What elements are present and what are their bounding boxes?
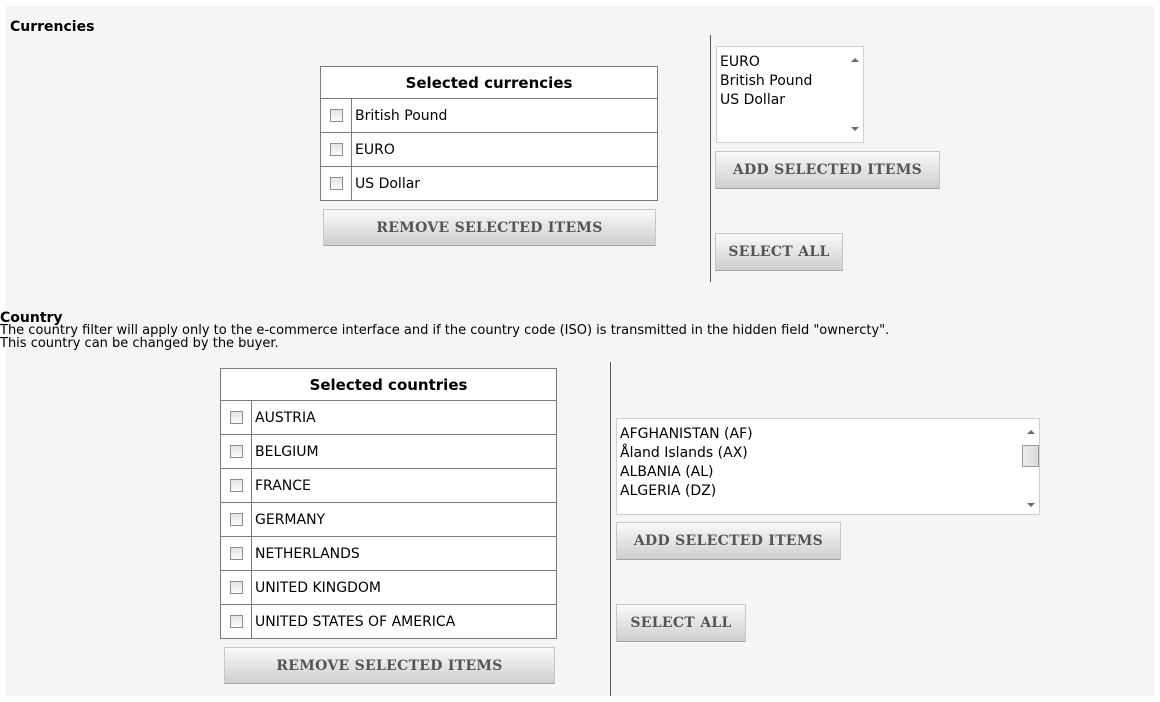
list-item[interactable]: ALGERIA (DZ)	[617, 482, 1039, 501]
table-row: British Pound	[320, 98, 658, 133]
table-row: AUSTRIA	[220, 400, 557, 435]
list-item[interactable]: AFGHANISTAN (AF)	[617, 425, 1039, 444]
table-row: US Dollar	[320, 166, 658, 201]
country-checkbox[interactable]	[229, 547, 243, 560]
country-checkbox[interactable]	[229, 479, 243, 492]
select-all-countries-button[interactable]: SELECT ALL	[616, 604, 746, 642]
country-label: GERMANY	[251, 502, 557, 537]
country-label: UNITED KINGDOM	[251, 570, 557, 605]
scroll-down-arrow-icon[interactable]	[1027, 503, 1035, 507]
add-selected-countries-button[interactable]: ADD SELECTED ITEMS	[616, 522, 841, 560]
currency-label: US Dollar	[351, 166, 658, 201]
country-label: NETHERLANDS	[251, 536, 557, 571]
country-checkbox[interactable]	[229, 445, 243, 458]
select-all-currencies-button[interactable]: SELECT ALL	[715, 233, 843, 271]
remove-selected-countries-button[interactable]: REMOVE SELECTED ITEMS	[224, 647, 555, 684]
table-row: UNITED STATES OF AMERICA	[220, 604, 557, 639]
selected-currencies-table: Selected currencies British Pound EURO U…	[320, 66, 658, 201]
list-item[interactable]: British Pound	[717, 72, 863, 91]
selected-currencies-header: Selected currencies	[320, 66, 658, 99]
table-row: EURO	[320, 132, 658, 167]
currency-checkbox[interactable]	[329, 143, 343, 156]
table-row: FRANCE	[220, 468, 557, 503]
countries-divider	[610, 362, 611, 696]
country-checkbox[interactable]	[229, 513, 243, 526]
country-label: AUSTRIA	[251, 400, 557, 435]
scroll-down-arrow-icon[interactable]	[851, 127, 859, 131]
country-checkbox[interactable]	[229, 581, 243, 594]
list-item[interactable]: ALBANIA (AL)	[617, 463, 1039, 482]
selected-countries-header: Selected countries	[220, 368, 557, 401]
selected-countries-table: Selected countries AUSTRIA BELGIUM FRANC…	[220, 368, 557, 639]
country-label: BELGIUM	[251, 434, 557, 469]
table-row: GERMANY	[220, 502, 557, 537]
country-checkbox[interactable]	[229, 411, 243, 424]
currencies-divider	[710, 35, 711, 282]
country-description-note: This country can be changed by the buyer…	[0, 336, 279, 351]
scroll-up-arrow-icon[interactable]	[851, 58, 859, 62]
currency-checkbox[interactable]	[329, 109, 343, 122]
country-label: FRANCE	[251, 468, 557, 503]
scrollbar[interactable]	[1022, 419, 1039, 514]
remove-selected-currencies-button[interactable]: REMOVE SELECTED ITEMS	[323, 209, 656, 246]
table-row: NETHERLANDS	[220, 536, 557, 571]
available-countries-listbox[interactable]: AFGHANISTAN (AF) Åland Islands (AX) ALBA…	[616, 418, 1040, 515]
scroll-up-arrow-icon[interactable]	[1027, 430, 1035, 434]
table-row: UNITED KINGDOM	[220, 570, 557, 605]
currency-label: British Pound	[351, 98, 658, 133]
table-row: BELGIUM	[220, 434, 557, 469]
list-item[interactable]: Åland Islands (AX)	[617, 444, 1039, 463]
currencies-section-title: Currencies	[10, 19, 95, 35]
currency-checkbox[interactable]	[329, 177, 343, 190]
scroll-thumb[interactable]	[1022, 445, 1039, 467]
country-label: UNITED STATES OF AMERICA	[251, 604, 557, 639]
available-currencies-listbox[interactable]: EURO British Pound US Dollar	[716, 46, 864, 143]
list-item[interactable]: US Dollar	[717, 91, 863, 110]
currency-label: EURO	[351, 132, 658, 167]
country-checkbox[interactable]	[229, 615, 243, 628]
scrollbar[interactable]	[846, 47, 863, 142]
add-selected-currencies-button[interactable]: ADD SELECTED ITEMS	[715, 151, 940, 189]
list-item[interactable]: EURO	[717, 53, 863, 72]
